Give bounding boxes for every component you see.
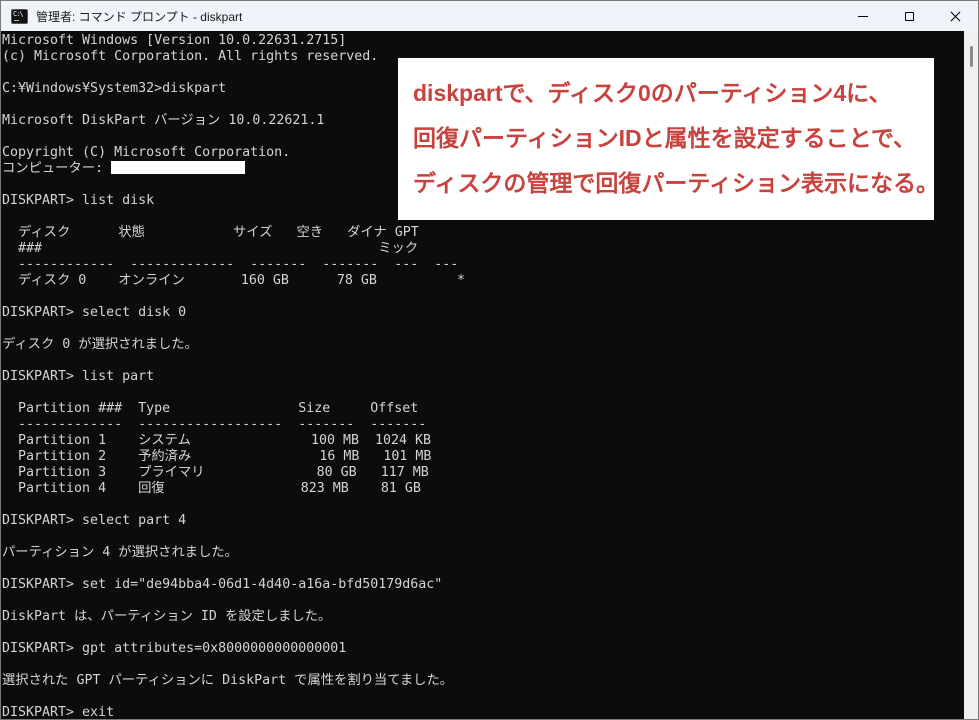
console-line: ディスク 状態 サイズ 空き ダイナ GPT [2,225,419,240]
console-line: Partition 2 予約済み 16 MB 101 MB [2,449,432,464]
console-line: パーティション 4 が選択されました。 [2,545,238,560]
console-line: ### ミック [2,241,419,256]
console-line: DISKPART> list part [2,369,155,384]
close-icon [950,11,960,21]
minimize-icon [858,15,868,17]
window-title: 管理者: コマンド プロンプト - diskpart [36,9,243,24]
console-line: Partition 4 回復 823 MB 81 GB [2,481,421,496]
annotation-text: 回復パーティションIDと属性を設定することで、 [413,125,917,151]
command-prompt-icon: C:\ [11,8,28,24]
annotation-overlay: diskpartで、ディスク0のパーティション4に、 回復パーティションIDと属… [398,58,940,220]
console-line: 選択された GPT パーティションに DiskPart で属性を割り当てました。 [2,673,454,688]
console-line: DISKPART> gpt attributes=0x8000000000000… [2,641,347,656]
console-line: DISKPART> set id="de94bba4-06d1-4d40-a16… [2,577,443,592]
console-line: ディスク 0 オンライン 160 GB 78 GB * [2,273,465,288]
annotation-text: ディスクの管理で回復パーティション表示になる。 [413,170,940,196]
minimize-button[interactable] [840,1,886,31]
console-line: DISKPART> exit [2,705,115,719]
redacted-computer-name [111,161,246,174]
console-line: Partition 1 システム 100 MB 1024 KB [2,433,432,448]
vertical-scrollbar[interactable] [964,31,978,719]
console-line: ------------- ------------------ -------… [2,417,427,432]
window-controls [840,1,978,31]
console-line: ------------ ------------- ------- -----… [2,257,459,272]
console-line: ディスク 0 が選択されました。 [2,337,198,352]
annotation-text: diskpartで、ディスク0のパーティション4に、 [413,80,892,106]
console-line: DISKPART> select disk 0 [2,305,187,320]
titlebar[interactable]: C:\ 管理者: コマンド プロンプト - diskpart [1,1,978,31]
maximize-button[interactable] [886,1,932,31]
command-prompt-window: C:\ 管理者: コマンド プロンプト - diskpart Microsoft… [0,0,979,720]
scrollbar-thumb[interactable] [970,46,973,67]
console-line: DiskPart は、パーティション ID を設定しました。 [2,609,332,624]
console-line: Microsoft Windows [Version 10.0.22631.27… [2,33,347,48]
close-button[interactable] [932,1,978,31]
console-line: DISKPART> select part 4 [2,513,187,528]
maximize-icon [904,11,914,21]
console-line: Partition 3 プライマリ 80 GB 117 MB [2,465,429,480]
console-line: Partition ### Type Size Offset [2,401,419,416]
